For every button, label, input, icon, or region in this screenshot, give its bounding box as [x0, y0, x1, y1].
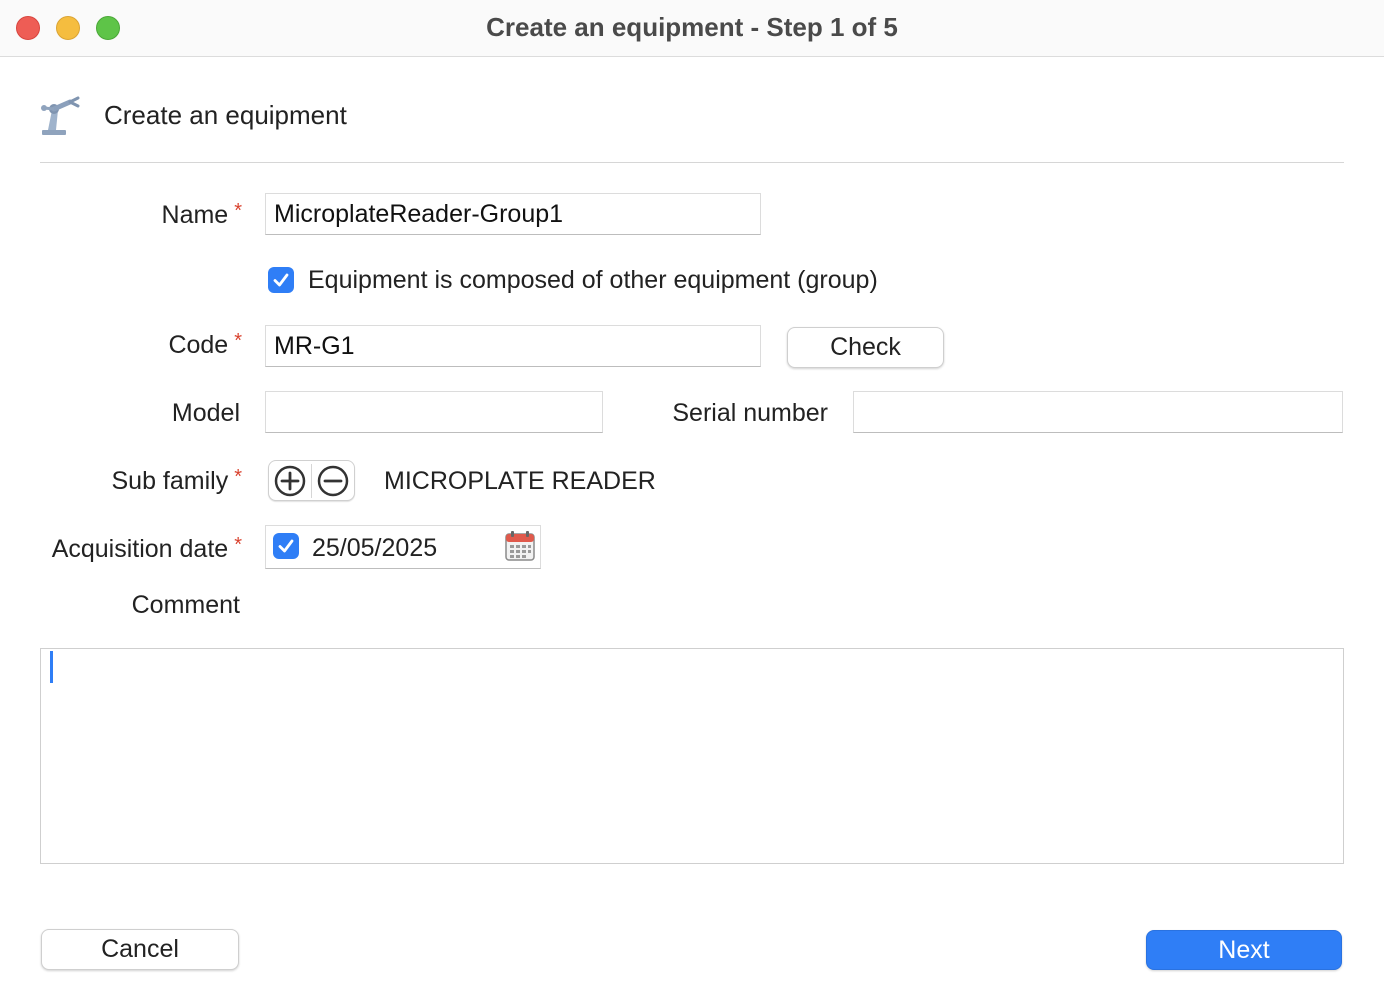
window-title: Create an equipment - Step 1 of 5 — [486, 12, 898, 42]
serial-number-field[interactable] — [853, 391, 1343, 433]
group-checkbox-label[interactable]: Equipment is composed of other equipment… — [308, 266, 878, 295]
checkmark-icon — [273, 273, 289, 287]
comment-label: Comment — [131, 591, 240, 619]
required-mark: * — [234, 534, 242, 556]
code-field[interactable]: MR-G1 — [265, 325, 761, 367]
model-field[interactable] — [265, 391, 603, 433]
name-field[interactable]: MicroplateReader-Group1 — [265, 193, 761, 235]
minus-circle-icon[interactable] — [316, 464, 350, 498]
next-button[interactable]: Next — [1146, 930, 1342, 970]
name-label-text: Name — [161, 201, 229, 229]
acquisition-date-label: Acquisition date * — [51, 534, 242, 564]
calendar-icon[interactable] — [504, 530, 536, 562]
acquisition-date-label-text: Acquisition date — [51, 535, 229, 563]
robotic-arm-icon — [38, 96, 82, 138]
plus-circle-icon[interactable] — [273, 464, 307, 498]
code-label: Code * — [168, 330, 242, 360]
checkmark-icon — [278, 539, 294, 553]
page-title: Create an equipment — [104, 100, 347, 130]
comment-textarea[interactable] — [40, 648, 1344, 864]
text-caret — [50, 651, 53, 683]
check-button[interactable]: Check — [787, 327, 944, 368]
required-mark: * — [234, 330, 242, 352]
group-checkbox[interactable] — [268, 267, 294, 293]
acquisition-date-checkbox[interactable] — [273, 533, 299, 559]
required-mark: * — [234, 466, 242, 488]
acquisition-date-value[interactable]: 25/05/2025 — [312, 534, 437, 563]
required-mark: * — [234, 200, 242, 222]
sub-family-label-text: Sub family — [111, 467, 229, 495]
button-group-separator — [311, 464, 312, 498]
model-label: Model — [171, 399, 240, 427]
header-divider — [40, 162, 1344, 163]
sub-family-label: Sub family * — [111, 466, 242, 496]
cancel-button[interactable]: Cancel — [41, 929, 239, 970]
serial-number-label: Serial number — [672, 399, 828, 427]
code-label-text: Code — [168, 331, 229, 359]
sub-family-value: MICROPLATE READER — [384, 467, 656, 495]
name-label: Name * — [161, 200, 242, 230]
